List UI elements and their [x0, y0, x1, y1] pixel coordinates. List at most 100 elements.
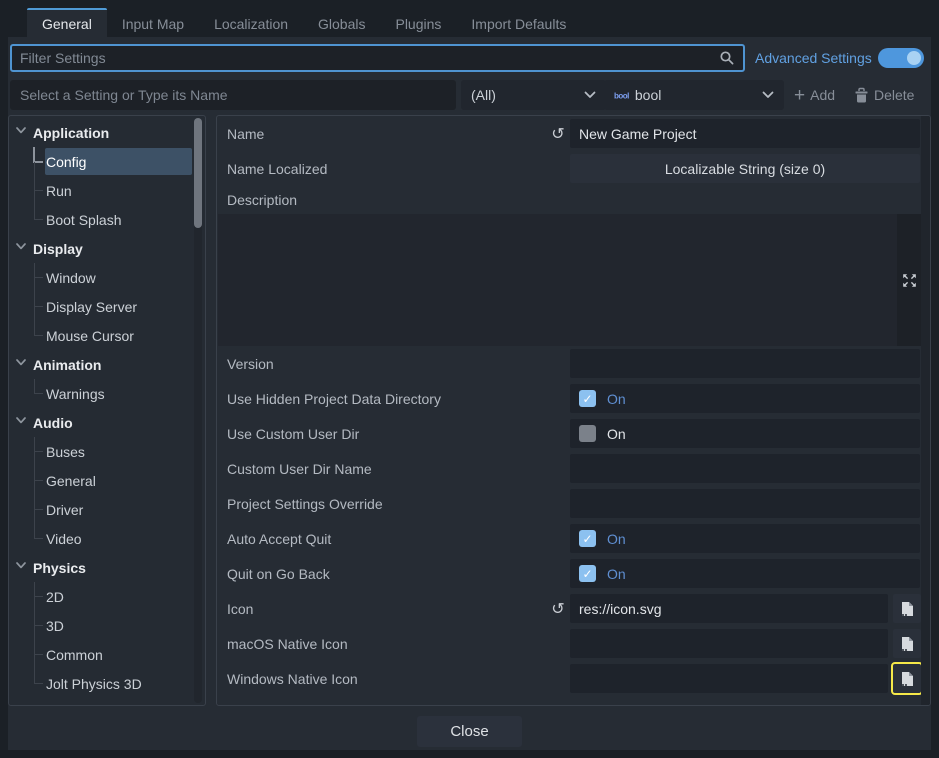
property-rows: Name↺New Game ProjectName LocalizedLocal…: [217, 116, 930, 696]
description-textarea[interactable]: [218, 214, 897, 346]
tree-guide-line: [34, 451, 43, 452]
file-browse-button[interactable]: [893, 629, 921, 658]
checkbox-value-label: On: [607, 531, 626, 547]
sidebar-scrollbar-thumb[interactable]: [194, 118, 202, 228]
tab-input-map[interactable]: Input Map: [107, 8, 199, 37]
tree-item-label: Boot Splash: [46, 212, 122, 228]
property-row-description: Description: [217, 186, 921, 214]
property-label: Name Localized: [227, 161, 570, 177]
tree-item-label: Driver: [46, 502, 83, 518]
tree-section-application[interactable]: Application: [9, 118, 205, 147]
sidebar-scrollbar[interactable]: [194, 118, 202, 703]
tree-section-animation[interactable]: Animation: [9, 350, 205, 379]
tree-item-general[interactable]: General: [9, 466, 205, 495]
property-row-icon: Icon↺res://icon.svg: [217, 591, 921, 626]
tree-item-config[interactable]: Config: [9, 147, 205, 176]
tree-item-video[interactable]: Video: [9, 524, 205, 553]
tree-item-label: Video: [46, 531, 82, 547]
tree-item-label: Run: [46, 183, 72, 199]
tree-item-jolt-physics-3d[interactable]: Jolt Physics 3D: [9, 669, 205, 698]
file-browse-button[interactable]: [893, 664, 921, 693]
search-icon: [719, 50, 735, 66]
checkbox-checked[interactable]: ✓: [579, 530, 596, 547]
tab-general[interactable]: General: [27, 8, 107, 37]
description-editor: [217, 214, 921, 346]
delete-button[interactable]: Delete: [854, 80, 933, 110]
delete-button-label: Delete: [874, 87, 914, 103]
file-browse-button[interactable]: [893, 594, 921, 623]
tree-guide-line: [34, 596, 43, 597]
category-dropdown[interactable]: (All): [461, 80, 606, 110]
tree-item-window[interactable]: Window: [9, 263, 205, 292]
property-value-input[interactable]: [570, 454, 920, 483]
revert-icon[interactable]: ↺: [546, 599, 570, 618]
properties-scrollbar[interactable]: [921, 116, 930, 705]
property-checkbox-cell: ✓ On: [570, 524, 920, 553]
tree-item-mouse-cursor[interactable]: Mouse Cursor: [9, 321, 205, 350]
tree-guide-line: [34, 669, 35, 684]
description-expand-button[interactable]: [897, 214, 921, 346]
property-label: Use Hidden Project Data Directory: [227, 391, 570, 407]
tree-item-boot-splash[interactable]: Boot Splash: [9, 205, 205, 234]
property-row-windows-native-icon: Windows Native Icon: [217, 661, 921, 696]
checkbox-checked[interactable]: ✓: [579, 390, 596, 407]
property-label: Quit on Go Back: [227, 566, 570, 582]
tree-item-label: Warnings: [46, 386, 105, 402]
tree-section-label: Display: [33, 241, 83, 257]
property-value-input[interactable]: [570, 629, 888, 658]
setting-toolbar: Select a Setting or Type its Name (All) …: [8, 80, 931, 111]
tree-item-2d[interactable]: 2D: [9, 582, 205, 611]
property-checkbox-cell: ✓ On: [570, 384, 920, 413]
tree-item-buses[interactable]: Buses: [9, 437, 205, 466]
filter-settings-input[interactable]: Filter Settings: [10, 44, 745, 72]
properties-panel: Name↺New Game ProjectName LocalizedLocal…: [216, 115, 931, 706]
chevron-down-icon: [16, 243, 26, 250]
tree-guide-line: [34, 306, 43, 307]
property-value-input[interactable]: [570, 349, 920, 378]
advanced-settings-toggle[interactable]: [878, 48, 924, 68]
close-button-label: Close: [450, 723, 488, 740]
tree-item-label: Mouse Cursor: [46, 328, 134, 344]
revert-icon[interactable]: ↺: [546, 124, 570, 143]
tree-item-label: 2D: [46, 589, 64, 605]
tree-item-3d[interactable]: 3D: [9, 611, 205, 640]
file-icon: [900, 671, 914, 687]
add-button[interactable]: + Add: [794, 80, 850, 110]
property-label: Version: [227, 356, 570, 372]
tree-guide-line: [34, 509, 43, 510]
checkbox-checked[interactable]: ✓: [579, 565, 596, 582]
setting-name-input[interactable]: Select a Setting or Type its Name: [10, 80, 456, 110]
localizable-string-button[interactable]: Localizable String (size 0): [570, 154, 920, 183]
tree-item-driver[interactable]: Driver: [9, 495, 205, 524]
property-label: Name: [227, 126, 546, 142]
checkbox-unchecked[interactable]: ✓: [579, 425, 596, 442]
tree-item-run[interactable]: Run: [9, 176, 205, 205]
property-value-input[interactable]: [570, 664, 888, 693]
property-label: Use Custom User Dir: [227, 426, 570, 442]
property-value-input[interactable]: [570, 489, 920, 518]
tree-section-display[interactable]: Display: [9, 234, 205, 263]
property-value-input[interactable]: res://icon.svg: [570, 594, 888, 623]
chevron-down-icon: [16, 359, 26, 366]
tree-guide-line: [33, 147, 35, 162]
setting-name-placeholder: Select a Setting or Type its Name: [20, 87, 228, 103]
close-button[interactable]: Close: [417, 716, 522, 747]
tab-bar: GeneralInput MapLocalizationGlobalsPlugi…: [8, 8, 931, 37]
category-value: (All): [471, 87, 496, 103]
tree-section-physics[interactable]: Physics: [9, 553, 205, 582]
tree-item-warnings[interactable]: Warnings: [9, 379, 205, 408]
property-value-input[interactable]: New Game Project: [570, 119, 920, 148]
tree-guide-line: [34, 190, 43, 191]
tab-globals[interactable]: Globals: [303, 8, 380, 37]
tab-localization[interactable]: Localization: [199, 8, 303, 37]
bool-type-icon: bool: [614, 91, 629, 100]
type-dropdown[interactable]: bool bool: [604, 80, 784, 110]
tree-section-audio[interactable]: Audio: [9, 408, 205, 437]
checkbox-value-label: On: [607, 391, 626, 407]
tree-item-common[interactable]: Common: [9, 640, 205, 669]
tab-import-defaults[interactable]: Import Defaults: [456, 8, 581, 37]
tree-item-display-server[interactable]: Display Server: [9, 292, 205, 321]
tab-plugins[interactable]: Plugins: [380, 8, 456, 37]
property-label: Icon: [227, 601, 546, 617]
property-row-use-custom-user-dir: Use Custom User Dir✓On: [217, 416, 921, 451]
